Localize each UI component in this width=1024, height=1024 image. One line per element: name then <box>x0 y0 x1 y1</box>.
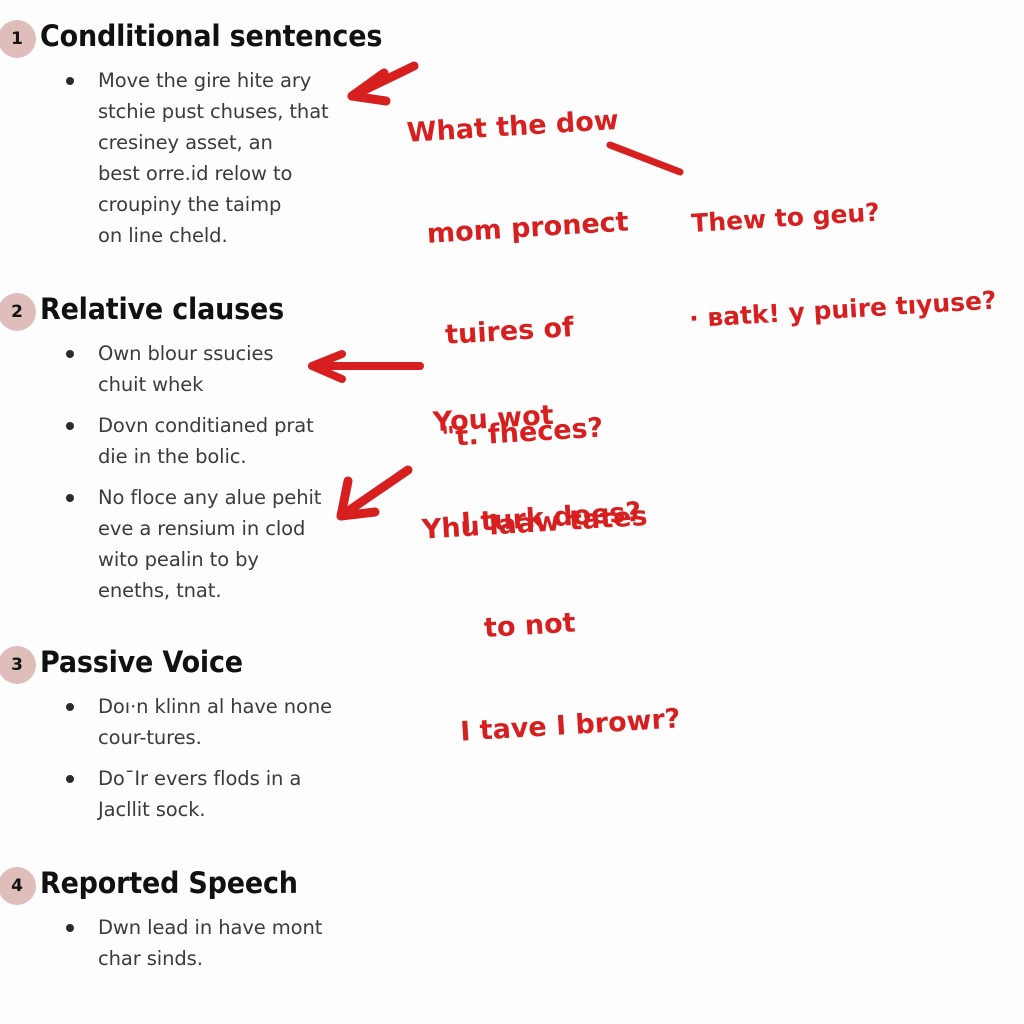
annotation-line: Thew to geu? <box>690 197 881 238</box>
section-title: Reported Speech <box>40 866 298 900</box>
list-item: Do¯Ir evers flods in a Jacllit sock. <box>0 763 430 825</box>
section-heading-row: 2 Relative clauses <box>0 286 430 338</box>
section-relative-clauses: 2 Relative clauses Own blour ssucies chu… <box>0 286 430 606</box>
annotation-line: mom pronect <box>426 206 630 250</box>
annotation-line: Yhu laaw tates <box>421 500 649 546</box>
section-passive-voice: 3 Passive Voice Doı·n klinn al have none… <box>0 639 430 825</box>
note-content: 1 Condlitional sentences Move the gire h… <box>0 0 430 984</box>
list-item-text: Dovn conditianed prat die in the bolic. <box>98 414 314 468</box>
bullet-dot <box>66 703 74 711</box>
list-item: No floce any alue pehit eve a rensium in… <box>0 482 430 606</box>
list-item: Dwn lead in have mont char sinds. <box>0 912 430 974</box>
list-item-text: Doı·n klinn al have none cour-tures. <box>98 695 333 749</box>
section-reported-speech: 4 Reported Speech Dwn lead in have mont … <box>0 860 430 974</box>
section-title: Condlitional sentences <box>40 19 383 53</box>
section-conditional-sentences: 1 Condlitional sentences Move the gire h… <box>0 13 430 251</box>
note-page: 1 Condlitional sentences Move the gire h… <box>0 0 1024 1024</box>
bullet-dot <box>66 924 74 932</box>
bullet-list: Move the gire hite ary stchie pust chuse… <box>0 65 430 251</box>
annotation-line: to not <box>483 607 577 645</box>
list-item: Own blour ssucies chuit whek <box>0 338 430 400</box>
annotation-text-2: Thew to geu? · вatk! y puire tıyuse? <box>679 127 1002 397</box>
section-heading-row: 4 Reported Speech <box>0 860 430 912</box>
list-item-text: Do¯Ir evers flods in a Jacllit sock. <box>98 767 302 821</box>
section-title: Passive Voice <box>40 645 243 679</box>
list-item: Doı·n klinn al have none cour-tures. <box>0 691 430 753</box>
annotation-line: · вatk! y puire tıyuse? <box>688 285 998 333</box>
bullet-dot <box>66 494 74 502</box>
annotation-line: What the dow <box>405 104 620 149</box>
list-item: Move the gire hite ary stchie pust chuse… <box>0 65 430 251</box>
annotation-line: I tave I browr? <box>459 703 682 748</box>
section-heading-row: 3 Passive Voice <box>0 639 430 691</box>
list-item: Dovn conditianed prat die in the bolic. <box>0 410 430 472</box>
bullet-list: Dwn lead in have mont char sinds. <box>0 912 430 974</box>
section-number-badge: 4 <box>0 867 36 905</box>
list-item-text: Move the gire hite ary stchie pust chuse… <box>98 69 329 247</box>
bullet-list: Own blour ssucies chuit whek Dovn condit… <box>0 338 430 606</box>
bullet-list: Doı·n klinn al have none cour-tures. Do¯… <box>0 691 430 825</box>
bullet-dot <box>66 77 74 85</box>
bullet-dot <box>66 422 74 430</box>
section-number-badge: 2 <box>0 293 36 331</box>
bullet-dot <box>66 350 74 358</box>
list-item-text: No floce any alue pehit eve a rensium in… <box>98 486 322 602</box>
annotation-text-4: Yhu laaw tates to not I tave I browr? <box>417 431 686 820</box>
section-number-badge: 1 <box>0 20 36 58</box>
list-item-text: Dwn lead in have mont char sinds. <box>98 916 323 970</box>
section-title: Relative clauses <box>40 292 284 326</box>
section-heading-row: 1 Condlitional sentences <box>0 13 430 65</box>
bullet-dot <box>66 775 74 783</box>
list-item-text: Own blour ssucies chuit whek <box>98 342 274 396</box>
section-number-badge: 3 <box>0 646 36 684</box>
